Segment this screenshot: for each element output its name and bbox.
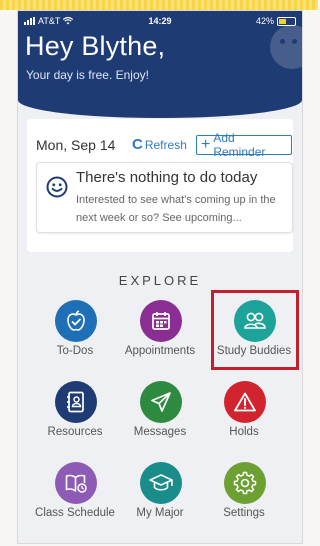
empty-description: Interested to see what's coming up in th…: [76, 194, 276, 224]
add-reminder-button[interactable]: + Add Reminder: [196, 131, 292, 159]
tile-appointments[interactable]: Appointments: [114, 300, 206, 370]
apple-check-icon: [55, 300, 97, 342]
tile-my-major[interactable]: My Major: [114, 462, 206, 532]
tile-holds[interactable]: Holds: [198, 381, 290, 451]
tile-settings[interactable]: Settings: [198, 462, 290, 532]
annotation-highlight-box: [211, 290, 299, 370]
refresh-button[interactable]: C Refresh: [132, 137, 187, 152]
refresh-label: Refresh: [144, 137, 187, 152]
tile-messages[interactable]: Messages: [114, 381, 206, 451]
graduation-cap-icon: [140, 462, 182, 504]
tile-label: Appointments: [124, 345, 196, 357]
smiley-watermark-icon: [270, 25, 302, 69]
date-row: Mon, Sep 14 C Refresh + Add Reminder: [36, 131, 292, 159]
battery-percent: 42%: [255, 16, 274, 26]
smiley-icon: [46, 176, 68, 198]
book-icon: [55, 462, 97, 504]
day-card: Mon, Sep 14 C Refresh + Add Reminder The…: [27, 119, 293, 252]
explore-heading: EXPLORE: [118, 273, 202, 288]
address-book-icon: [55, 381, 97, 423]
paper-plane-icon: [140, 381, 182, 423]
tile-label: Holds: [229, 426, 259, 438]
warning-icon: [224, 381, 266, 423]
empty-title: There's nothing to do today: [76, 169, 258, 186]
greeting-subtitle: Your day is free. Enjoy!: [26, 68, 149, 82]
header: AT&T 14:29 42% Hey Blythe, Your day is f…: [18, 11, 302, 118]
refresh-icon: C: [132, 136, 143, 153]
status-bar: AT&T 14:29 42%: [18, 15, 302, 29]
calendar-icon: [140, 300, 182, 342]
add-reminder-label: Add Reminder: [213, 131, 266, 159]
greeting: Hey Blythe,: [25, 31, 166, 61]
tile-class-schedule[interactable]: Class Schedule: [29, 462, 121, 532]
tile-label: Settings: [223, 507, 265, 519]
plus-icon: +: [201, 136, 211, 153]
empty-todo-notice[interactable]: There's nothing to do today Interested t…: [36, 162, 293, 233]
phone-screen: AT&T 14:29 42% Hey Blythe, Your day is f…: [17, 10, 303, 544]
decorative-strip: [0, 0, 318, 10]
tile-resources[interactable]: Resources: [29, 381, 121, 451]
tile-to-dos[interactable]: To-Dos: [29, 300, 121, 370]
date-label: Mon, Sep 14: [36, 137, 116, 153]
gear-icon: [224, 462, 266, 504]
